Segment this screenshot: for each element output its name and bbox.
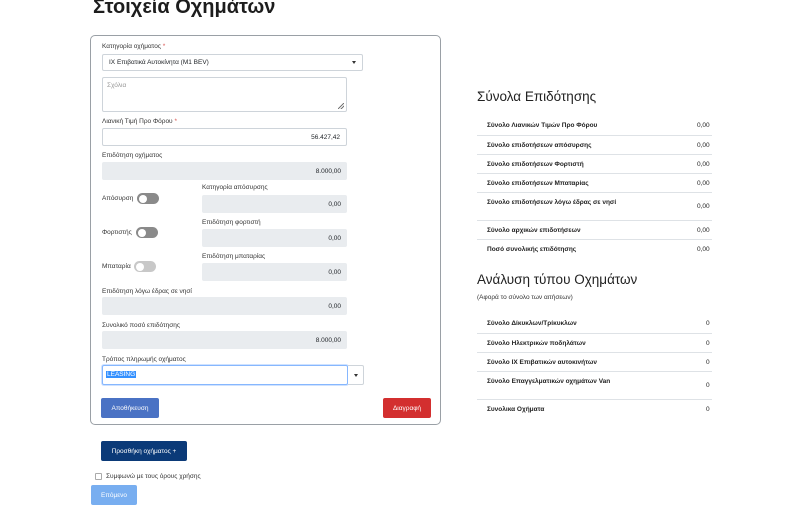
vehicle-category-select[interactable]: ΙΧ Επιβατικά Αυτοκίνητα (Μ1 BEV) (102, 54, 363, 71)
table-row: Σύνολο επιδοτήσεων Φορτιστή 0,00 (477, 155, 712, 174)
row-label: Σύνολο αρχικών επιδοτήσεων (487, 227, 581, 234)
charger-toggle-label: Φορτιστής (102, 229, 132, 236)
payment-method-label: Τρόπος πληρωμής οχήματος (102, 356, 186, 363)
payment-method-caret[interactable] (348, 365, 364, 385)
scrappage-toggle[interactable] (137, 193, 159, 204)
battery-subsidy-label: Επιδότηση μπαταρίας (202, 253, 266, 260)
table-row: Σύνολο επιδοτήσεων λόγω έδρας σε νησί 0,… (477, 193, 712, 221)
battery-toggle[interactable] (134, 261, 156, 272)
vehicle-types-subtitle: (Αφορά το σύνολο των αιτήσεων) (477, 294, 573, 301)
vehicle-form-card: Κατηγορία οχήματος * ΙΧ Επιβατικά Αυτοκί… (90, 35, 441, 425)
row-label: Σύνολο Επαγγελματικών οχημάτων Van (487, 378, 611, 385)
next-button[interactable]: Επόμενο (91, 485, 137, 505)
vehicle-category-label: Κατηγορία οχήματος * (102, 43, 166, 50)
add-vehicle-button[interactable]: Προσθήκη οχήματος + (101, 441, 187, 461)
retail-price-input[interactable]: 56.427,42 (102, 128, 347, 146)
chevron-down-icon (353, 373, 358, 377)
row-value: 0 (706, 340, 710, 347)
table-row: Σύνολο Λιανικών Τιμών Προ Φόρου 0,00 (477, 116, 712, 136)
resize-grip-icon[interactable] (338, 103, 344, 109)
row-value: 0,00 (697, 180, 710, 187)
scrappage-category-label: Κατηγορία απόσυρσης (202, 184, 268, 191)
terms-checkbox[interactable] (95, 473, 102, 480)
charger-toggle[interactable] (136, 227, 158, 238)
battery-subsidy-field: 0,00 (202, 263, 347, 281)
chevron-down-icon (352, 61, 356, 64)
vehicle-category-value: ΙΧ Επιβατικά Αυτοκίνητα (Μ1 BEV) (109, 59, 209, 66)
charger-subsidy-label: Επιδότηση φορτιστή (202, 219, 261, 226)
row-value: 0,00 (697, 122, 710, 129)
row-label: Συνολικα Οχήματα (487, 406, 545, 413)
total-subsidy-field: 8.000,00 (102, 331, 347, 349)
table-row: Σύνολο Δίκυκλων/Τρίκυκλων 0 (477, 314, 712, 334)
table-row: Σύνολο αρχικών επιδοτήσεων 0,00 (477, 221, 712, 240)
page-title: Στοιχεία Οχημάτων (93, 0, 276, 18)
row-label: Σύνολο ΙΧ Επιβατικών αυτοκινήτων (487, 359, 597, 366)
row-label: Σύνολο Ηλεκτρικών ποδηλάτων (487, 340, 586, 347)
table-row: Ποσό συνολικής επιδότησης 0,00 (477, 240, 712, 259)
vehicle-subsidy-label: Επιδότηση οχήματος (102, 152, 163, 159)
row-value: 0,00 (697, 161, 710, 168)
payment-method-value: LEASING (106, 371, 137, 378)
row-value: 0 (706, 320, 710, 327)
total-subsidy-label: Συνολικό ποσό επιδότησης (102, 322, 180, 329)
save-button[interactable]: Αποθήκευση (101, 398, 159, 418)
row-value: 0 (706, 359, 710, 366)
table-row: Σύνολο επιδοτήσεων Μπαταρίας 0,00 (477, 174, 712, 193)
row-label: Σύνολο επιδοτήσεων Μπαταρίας (487, 180, 589, 187)
row-label: Σύνολο Λιανικών Τιμών Προ Φόρου (487, 122, 598, 129)
row-label: Σύνολο επιδοτήσεων απόσυρσης (487, 142, 592, 149)
terms-label: Συμφωνώ με τους όρους χρήσης (106, 473, 201, 480)
table-row: Σύνολο ΙΧ Επιβατικών αυτοκινήτων 0 (477, 353, 712, 372)
battery-toggle-label: Μπαταρία (102, 263, 131, 270)
row-value: 0,00 (697, 246, 710, 253)
table-row: Σύνολο επιδοτήσεων απόσυρσης 0,00 (477, 136, 712, 155)
table-row: Σύνολο Ηλεκτρικών ποδηλάτων 0 (477, 334, 712, 353)
delete-button[interactable]: Διαγραφή (383, 398, 431, 418)
payment-method-select[interactable]: LEASING (102, 365, 348, 385)
scrappage-toggle-label: Απόσυρση (102, 195, 134, 202)
row-label: Σύνολο επιδοτήσεων λόγω έδρας σε νησί (487, 199, 617, 206)
row-label: Ποσό συνολικής επιδότησης (487, 246, 577, 253)
comments-textarea[interactable]: Σχόλια (102, 77, 347, 112)
charger-subsidy-field: 0,00 (202, 229, 347, 247)
comments-placeholder: Σχόλια (107, 82, 127, 89)
island-subsidy-label: Επιδότηση λόγω έδρας σε νησί (102, 288, 192, 295)
row-value: 0,00 (697, 203, 710, 210)
subsidy-totals-title: Σύνολα Επιδότησης (477, 89, 597, 104)
retail-price-label: Λιανική Τιμή Προ Φόρου * (102, 118, 177, 125)
row-value: 0,00 (697, 227, 710, 234)
row-label: Σύνολο επιδοτήσεων Φορτιστή (487, 161, 584, 168)
subsidy-totals-table: Σύνολο Λιανικών Τιμών Προ Φόρου 0,00 Σύν… (477, 116, 712, 259)
table-row: Σύνολο Επαγγελματικών οχημάτων Van 0 (477, 372, 712, 400)
island-subsidy-field: 0,00 (102, 297, 347, 315)
vehicle-types-title: Ανάλυση τύπου Οχημάτων (477, 272, 638, 287)
scrappage-category-field: 0,00 (202, 195, 347, 213)
row-value: 0,00 (697, 142, 710, 149)
row-value: 0 (706, 406, 710, 413)
table-row: Συνολικα Οχήματα 0 (477, 400, 712, 419)
vehicle-subsidy-field: 8.000,00 (102, 162, 347, 180)
vehicle-types-table: Σύνολο Δίκυκλων/Τρίκυκλων 0 Σύνολο Ηλεκτ… (477, 314, 712, 419)
row-label: Σύνολο Δίκυκλων/Τρίκυκλων (487, 320, 577, 327)
row-value: 0 (706, 382, 710, 389)
